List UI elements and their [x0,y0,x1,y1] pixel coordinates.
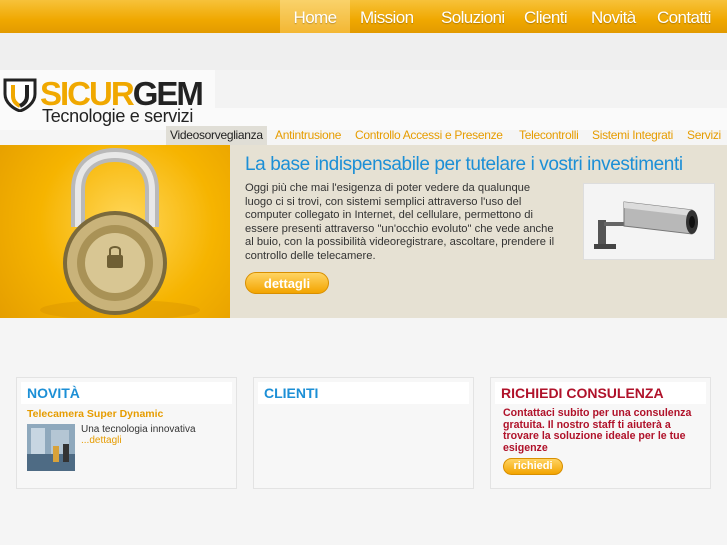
news-thumbnail[interactable] [27,424,75,471]
tab-telecontrolli[interactable]: Telecontrolli [519,126,579,145]
nav-mission[interactable]: Mission [360,0,414,33]
tab-videosorveglianza[interactable]: Videosorveglianza [166,126,267,145]
nav-contatti[interactable]: Contatti [657,0,711,33]
tab-sistemi-integrati[interactable]: Sistemi Integrati [592,126,673,145]
news-box: NOVITÀ Telecamera Super Dynamic Una tecn… [16,377,237,489]
news-item-title[interactable]: Telecamera Super Dynamic [27,408,163,420]
logo-tagline: Tecnologie e servizi [42,106,194,126]
news-item-text: Una tecnologia innovativa [81,424,196,435]
padlock-icon [0,145,230,318]
clients-box: CLIENTI [253,377,474,489]
news-box-header: NOVITÀ [21,382,232,404]
clients-box-title: CLIENTI [264,385,319,401]
shield-icon [2,76,38,117]
consult-text: Contattaci subito per una consulenza gra… [503,407,692,454]
consult-box-title: RICHIEDI CONSULENZA [501,385,664,401]
hero-text: Oggi più che mai l'esigenza di poter ved… [245,182,555,262]
clients-box-header: CLIENTI [258,382,469,404]
nav-novita[interactable]: Novità [591,0,636,33]
logo-band-strip [215,70,727,108]
security-camera-icon [583,183,715,260]
consult-box: RICHIEDI CONSULENZA Contattaci subito pe… [490,377,711,489]
tab-controllo-accessi[interactable]: Controllo Accessi e Presenze [355,126,503,145]
header-band [0,33,727,70]
top-navigation: Home Mission Soluzioni Clienti Novità Co… [0,0,727,33]
hero-title: La base indispensabile per tutelare i vo… [245,154,683,175]
nav-clienti[interactable]: Clienti [524,0,568,33]
tab-antintrusione[interactable]: Antintrusione [275,126,341,145]
consult-box-header: RICHIEDI CONSULENZA [495,382,706,404]
news-box-title: NOVITÀ [27,385,80,401]
richiedi-button[interactable]: richiedi [503,458,563,475]
dettagli-button[interactable]: dettagli [245,272,329,294]
news-item-more-link[interactable]: ...dettagli [81,435,122,446]
nav-home[interactable]: Home [280,0,350,33]
tab-servizi[interactable]: Servizi [687,126,721,145]
nav-soluzioni[interactable]: Soluzioni [441,0,505,33]
